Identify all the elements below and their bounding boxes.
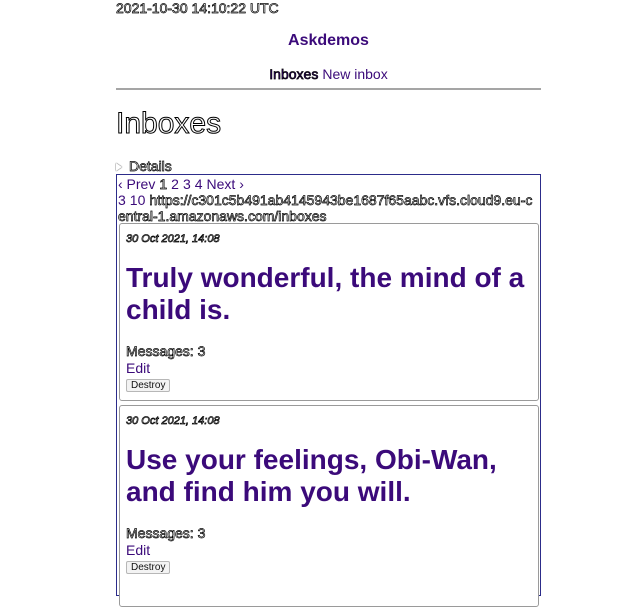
nav-inboxes-link[interactable]: Inboxes xyxy=(269,66,319,83)
inbox-card: 30 Oct 2021, 14:08 Truly wonderful, the … xyxy=(119,223,539,401)
pager-page-3-secondary[interactable]: 3 xyxy=(118,192,126,208)
pager-page-10[interactable]: 10 xyxy=(130,192,146,208)
nav-new-inbox-link[interactable]: New inbox xyxy=(322,66,387,82)
header-divider xyxy=(116,88,541,90)
page-title: Inboxes xyxy=(115,107,222,141)
inbox-edit-link[interactable]: Edit xyxy=(126,543,150,558)
inbox-message-count: Messages: 3 xyxy=(126,525,206,541)
pager-page-current: 1 xyxy=(159,176,168,193)
page: 2021-10-30 14:10:22 UTC Askdemos Inboxes… xyxy=(0,0,618,607)
disclosure-triangle-icon xyxy=(116,163,122,171)
pager-page-3[interactable]: 3 xyxy=(183,176,191,192)
brand: Askdemos xyxy=(116,31,541,51)
inbox-title-text[interactable]: Truly wonderful, the mind of a child is. xyxy=(126,262,524,325)
inbox-message-count: Messages: 3 xyxy=(126,343,206,359)
top-nav: Inboxes New inbox xyxy=(116,65,541,83)
details-box: ‹ Prev 1 2 3 4 Next › 3 10 https://c301c5b491ab… xyxy=(116,174,541,607)
inbox-edit-link[interactable]: Edit xyxy=(126,361,150,376)
details-label: Details xyxy=(129,158,172,175)
inbox-title[interactable]: Use your feelings, Obi-Wan, and find him… xyxy=(126,444,531,508)
brand-link[interactable]: Askdemos xyxy=(288,32,369,49)
pager-next-link[interactable]: Next › xyxy=(207,176,244,192)
inbox-title[interactable]: Truly wonderful, the mind of a child is. xyxy=(126,262,531,326)
inbox-destroy-button[interactable]: Destroy xyxy=(126,379,171,392)
pager-page-2[interactable]: 2 xyxy=(171,176,179,192)
pagination: ‹ Prev 1 2 3 4 Next › 3 10 https://c301c5b491ab… xyxy=(118,176,536,225)
server-timestamp: 2021-10-30 14:10:22 UTC xyxy=(116,0,279,16)
inbox-title-text[interactable]: Use your feelings, Obi-Wan, and find him… xyxy=(126,444,497,507)
inbox-card: 30 Oct 2021, 14:08 Use your feelings, Ob… xyxy=(119,405,539,607)
inbox-destroy-button[interactable]: Destroy xyxy=(126,561,171,574)
inbox-date: 30 Oct 2021, 14:08 xyxy=(126,415,220,428)
pager-page-4[interactable]: 4 xyxy=(195,176,203,192)
pager-prev-link[interactable]: ‹ Prev xyxy=(118,176,155,192)
inbox-date: 30 Oct 2021, 14:08 xyxy=(126,233,220,246)
details-toggle[interactable]: Details xyxy=(116,158,172,174)
request-url: https://c301c5b491ab4145943be1687f65aabc… xyxy=(118,192,533,225)
